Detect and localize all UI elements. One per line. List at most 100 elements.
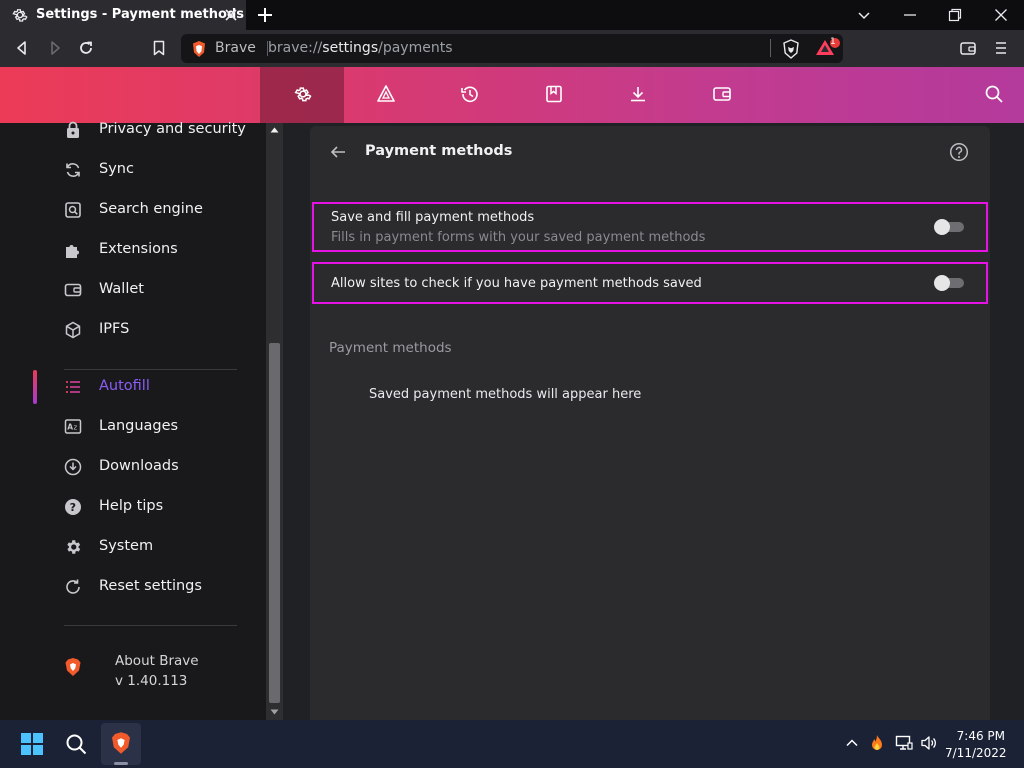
windows-taskbar: 7:46 PM 7/11/2022 — [0, 720, 1024, 768]
gear-icon — [64, 538, 82, 556]
toggle-knob — [934, 219, 950, 235]
sidebar-item-label: Help tips — [99, 498, 164, 514]
sidebar-item-downloads[interactable]: Downloads — [48, 447, 266, 487]
download-icon — [64, 458, 82, 476]
lock-icon — [64, 121, 82, 139]
sidebar-item-label: Autofill — [99, 378, 150, 394]
search-engine-icon — [64, 201, 82, 219]
close-window-icon[interactable] — [992, 6, 1010, 24]
url-prefix: brave:// — [268, 40, 323, 56]
brave-app-icon — [110, 731, 132, 755]
sidebar-item-wallet[interactable]: Wallet — [48, 270, 266, 310]
scroll-thumb[interactable] — [269, 343, 280, 703]
network-icon[interactable] — [895, 735, 913, 751]
minimize-icon[interactable] — [901, 6, 919, 24]
svg-text:A: A — [67, 423, 73, 432]
sidebar-item-autofill[interactable]: Autofill — [48, 367, 266, 407]
brave-shield-icon — [191, 40, 207, 58]
search-icon[interactable] — [984, 84, 1004, 104]
list-icon — [64, 378, 82, 396]
taskbar-search-icon[interactable] — [65, 733, 87, 755]
address-bar[interactable]: Brave brave://settings/payments — [181, 34, 843, 63]
sidebar-item-label: Privacy and security — [99, 121, 246, 137]
tab-search-chevron-icon[interactable] — [855, 6, 873, 24]
sidebar-item-reset-settings[interactable]: Reset settings — [48, 567, 266, 607]
allow-sites-check-row[interactable]: Allow sites to check if you have payment… — [312, 262, 988, 304]
save-fill-subtitle: Fills in payment forms with your saved p… — [331, 230, 706, 245]
url-text: brave://settings/payments — [268, 40, 453, 56]
reset-icon — [64, 578, 82, 596]
forward-icon[interactable] — [46, 39, 64, 57]
close-tab-icon[interactable] — [222, 6, 240, 24]
scroll-up-arrow-icon[interactable] — [270, 127, 279, 133]
rewards-triangle-icon[interactable] — [376, 84, 396, 104]
back-icon[interactable] — [13, 39, 31, 57]
menu-icon[interactable] — [993, 39, 1009, 57]
sidebar-item-label: IPFS — [99, 321, 130, 337]
toggle-knob — [934, 275, 950, 291]
empty-state-text: Saved payment methods will appear here — [369, 387, 642, 402]
reload-icon[interactable] — [77, 39, 95, 57]
volume-icon[interactable] — [920, 735, 938, 751]
sidebar-item-label: Search engine — [99, 201, 203, 217]
tab-title: Settings - Payment methods — [36, 7, 244, 22]
active-nav-indicator — [33, 370, 37, 404]
sidebar-item-help-tips[interactable]: ? Help tips — [48, 487, 266, 527]
restore-icon[interactable] — [946, 6, 964, 24]
save-fill-payment-row[interactable]: Save and fill payment methods Fills in p… — [312, 202, 988, 252]
sidebar-item-label: Downloads — [99, 458, 179, 474]
sidebar-item-label: Reset settings — [99, 578, 202, 594]
sidebar-item-about-brave[interactable]: About Brave v 1.40.113 — [48, 649, 266, 699]
version-text: v 1.40.113 — [115, 673, 188, 689]
sidebar-item-languages[interactable]: Az Languages — [48, 407, 266, 447]
help-icon: ? — [64, 498, 82, 516]
new-tab-button[interactable] — [254, 4, 276, 26]
puzzle-icon — [64, 241, 82, 259]
tab-strip: Settings - Payment methods — [0, 0, 1024, 30]
omnibox-brand: Brave — [215, 40, 256, 56]
help-icon[interactable] — [949, 142, 969, 162]
sidebar-item-label: Wallet — [99, 281, 144, 297]
gear-icon — [11, 6, 29, 24]
allow-sites-title: Allow sites to check if you have payment… — [331, 276, 702, 291]
windows-start-icon[interactable] — [21, 733, 43, 755]
sidebar-gutter — [0, 123, 48, 720]
settings-sidebar: Privacy and security Sync Search engine … — [48, 121, 266, 720]
history-icon[interactable] — [460, 84, 480, 104]
cube-icon — [64, 321, 82, 339]
scroll-down-arrow-icon[interactable] — [270, 709, 279, 715]
clock-time[interactable]: 7:46 PM — [955, 729, 1005, 743]
payment-methods-card: Payment methods Save and fill payment me… — [310, 126, 990, 720]
language-icon: Az — [64, 418, 82, 436]
sidebar-item-label: Extensions — [99, 241, 178, 257]
brave-shields-button[interactable] — [782, 39, 800, 59]
svg-text:?: ? — [70, 501, 76, 514]
wallet-toolbar-icon[interactable] — [959, 39, 977, 57]
sidebar-item-privacy[interactable]: Privacy and security — [48, 110, 266, 150]
rewards-icon[interactable] — [815, 38, 841, 58]
sidebar-item-sync[interactable]: Sync — [48, 150, 266, 190]
back-arrow-icon[interactable] — [329, 143, 347, 161]
sidebar-item-ipfs[interactable]: IPFS — [48, 310, 266, 350]
save-fill-toggle[interactable] — [934, 219, 966, 235]
sidebar-scrollbar[interactable] — [266, 123, 283, 720]
clock-date[interactable]: 7/11/2022 — [945, 746, 1007, 760]
brave-logo-icon — [64, 657, 82, 677]
save-fill-title: Save and fill payment methods — [331, 210, 535, 225]
allow-sites-toggle[interactable] — [934, 275, 966, 291]
omnibox-divider — [770, 39, 771, 57]
sidebar-item-label: Languages — [99, 418, 179, 434]
bookmark-icon[interactable] — [150, 39, 168, 57]
settings-gear-icon[interactable] — [293, 84, 313, 104]
sidebar-item-extensions[interactable]: Extensions — [48, 230, 266, 270]
sidebar-divider — [64, 625, 237, 626]
downloads-header-icon[interactable] — [628, 84, 648, 104]
flame-icon[interactable] — [869, 734, 885, 752]
browser-toolbar: Brave brave://settings/payments 1 — [0, 30, 1024, 67]
wallet-header-icon[interactable] — [712, 84, 732, 104]
sidebar-item-search-engine[interactable]: Search engine — [48, 190, 266, 230]
tab-settings[interactable]: Settings - Payment methods — [0, 0, 246, 30]
sidebar-item-system[interactable]: System — [48, 527, 266, 567]
bookmarks-icon[interactable] — [544, 84, 564, 104]
tray-chevron-up-icon[interactable] — [845, 736, 859, 750]
